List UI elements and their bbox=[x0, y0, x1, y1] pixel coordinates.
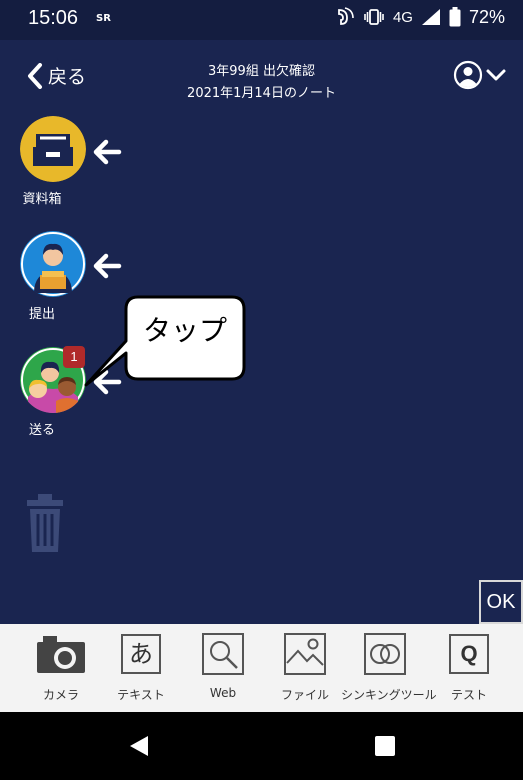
tool-label: テキスト bbox=[117, 688, 165, 702]
status-icons: 4G 72% bbox=[335, 6, 505, 28]
carrier-icon: SR bbox=[96, 13, 111, 24]
overview-square-icon[interactable] bbox=[375, 736, 395, 756]
image-file-icon bbox=[284, 633, 326, 675]
tool-label: シンキングツール bbox=[341, 688, 437, 702]
app-header: 戻る 3年99組 出欠確認 2021年1月14日のノート bbox=[0, 40, 523, 110]
ok-button[interactable]: OK bbox=[479, 580, 523, 624]
user-menu-button[interactable] bbox=[453, 60, 507, 90]
thinking-tool-button[interactable]: シンキングツール bbox=[341, 630, 437, 703]
tool-label: カメラ bbox=[42, 688, 79, 702]
bottom-toolbar: カメラ あ テキスト Web ファイル シンキングツール Q テスト bbox=[0, 624, 523, 712]
back-triangle-icon[interactable] bbox=[128, 735, 150, 757]
sidebar-item-label: 送る bbox=[28, 423, 55, 438]
sidebar-item-materials[interactable]: 資料箱 bbox=[20, 116, 90, 207]
web-button[interactable]: Web bbox=[183, 630, 263, 700]
arrow-left-icon bbox=[93, 139, 122, 165]
sidebar-item-label: 資料箱 bbox=[22, 192, 62, 207]
system-nav-bar bbox=[0, 712, 523, 780]
text-button[interactable]: あ テキスト bbox=[101, 630, 181, 703]
title-class: 3年99組 出欠確認 bbox=[208, 64, 315, 79]
vibrate-icon bbox=[364, 9, 384, 25]
network-type: 4G bbox=[392, 8, 413, 26]
camera-button[interactable]: カメラ bbox=[21, 630, 101, 703]
notification-badge: 1 bbox=[63, 346, 85, 368]
tool-label: テスト bbox=[450, 688, 487, 702]
search-icon bbox=[202, 633, 244, 675]
sidebar-item-label: 提出 bbox=[28, 307, 55, 322]
sidebar-item-submit[interactable]: 提出 bbox=[20, 231, 90, 322]
callout-text: タップ bbox=[142, 314, 227, 347]
tool-label: Web bbox=[209, 686, 237, 700]
title-date: 2021年1月14日のノート bbox=[187, 86, 336, 101]
arrow-left-icon bbox=[93, 253, 122, 279]
test-button[interactable]: Q テスト bbox=[429, 630, 509, 703]
nfc-icon bbox=[338, 7, 354, 25]
materials-box-icon bbox=[20, 116, 86, 182]
status-time: 15:06 bbox=[28, 7, 79, 29]
quiz-icon: Q bbox=[449, 634, 489, 674]
battery-level: 72% bbox=[468, 6, 505, 27]
trash-icon[interactable] bbox=[25, 494, 65, 554]
tap-callout: タップ bbox=[84, 295, 246, 387]
camera-icon bbox=[37, 636, 85, 673]
battery-icon bbox=[449, 7, 461, 27]
page-title: 3年99組 出欠確認 2021年1月14日のノート bbox=[0, 61, 523, 105]
submit-person-icon bbox=[20, 231, 86, 297]
tool-label: ファイル bbox=[280, 688, 329, 702]
chevron-down-icon bbox=[486, 69, 506, 81]
status-bar: 15:06 SR 4G 72% bbox=[0, 0, 523, 40]
file-button[interactable]: ファイル bbox=[265, 630, 345, 703]
user-account-icon bbox=[453, 60, 483, 90]
venn-diagram-icon bbox=[364, 633, 406, 675]
signal-icon bbox=[421, 9, 440, 25]
text-hiragana-icon: あ bbox=[121, 634, 161, 674]
